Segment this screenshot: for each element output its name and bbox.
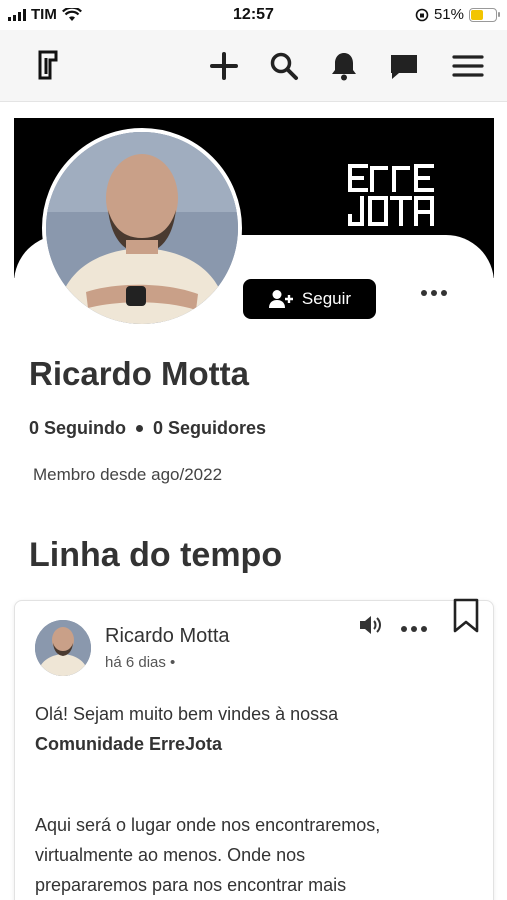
separator-dot (136, 425, 144, 432)
orientation-lock-icon (415, 8, 429, 21)
post-author-avatar[interactable] (35, 620, 91, 676)
battery-percent: 51% (433, 6, 464, 23)
status-bar: TIM 12:57 51% (0, 0, 507, 30)
followers-count[interactable]: 0 Seguidores (153, 418, 266, 439)
menu-icon[interactable] (452, 50, 484, 82)
bookmark-icon[interactable] (452, 598, 480, 634)
timeline-title: Linha do tempo (29, 536, 283, 574)
bell-icon[interactable] (328, 50, 360, 82)
errejota-logo[interactable] (36, 48, 60, 82)
add-user-icon (268, 290, 293, 308)
chat-icon[interactable] (388, 50, 420, 82)
plus-icon[interactable] (208, 50, 240, 82)
profile-avatar[interactable] (42, 128, 242, 328)
post-text-line: Olá! Sejam muito bem vindes à nossa (35, 704, 339, 724)
following-count[interactable]: 0 Seguindo (29, 418, 126, 439)
profile-name: Ricardo Motta (29, 355, 250, 392)
post-author[interactable]: Ricardo Motta (105, 625, 230, 648)
member-since: Membro desde ago/2022 (33, 465, 223, 484)
post-text-line: virtualmente ao menos. Onde nos (35, 845, 306, 865)
app-header (0, 30, 507, 102)
post-text-line: Comunidade ErreJota (35, 734, 223, 754)
speaker-icon[interactable] (358, 614, 384, 636)
follow-label: Seguir (301, 289, 352, 308)
post-text-line: prepararemos para nos encontrar mais (35, 875, 347, 895)
battery-group: 51% (415, 6, 500, 23)
brand-logo (348, 164, 434, 226)
battery-icon (469, 7, 500, 22)
profile-more-icon[interactable] (421, 290, 447, 296)
search-icon[interactable] (268, 50, 300, 82)
post-text-line: Aqui será o lugar onde nos encontraremos… (35, 815, 381, 835)
post-time: há 6 dias • (105, 654, 176, 671)
profile-stats: 0 Seguindo 0 Seguidores (29, 418, 266, 439)
follow-button[interactable]: Seguir (243, 279, 376, 319)
post-more-icon[interactable] (401, 626, 427, 632)
